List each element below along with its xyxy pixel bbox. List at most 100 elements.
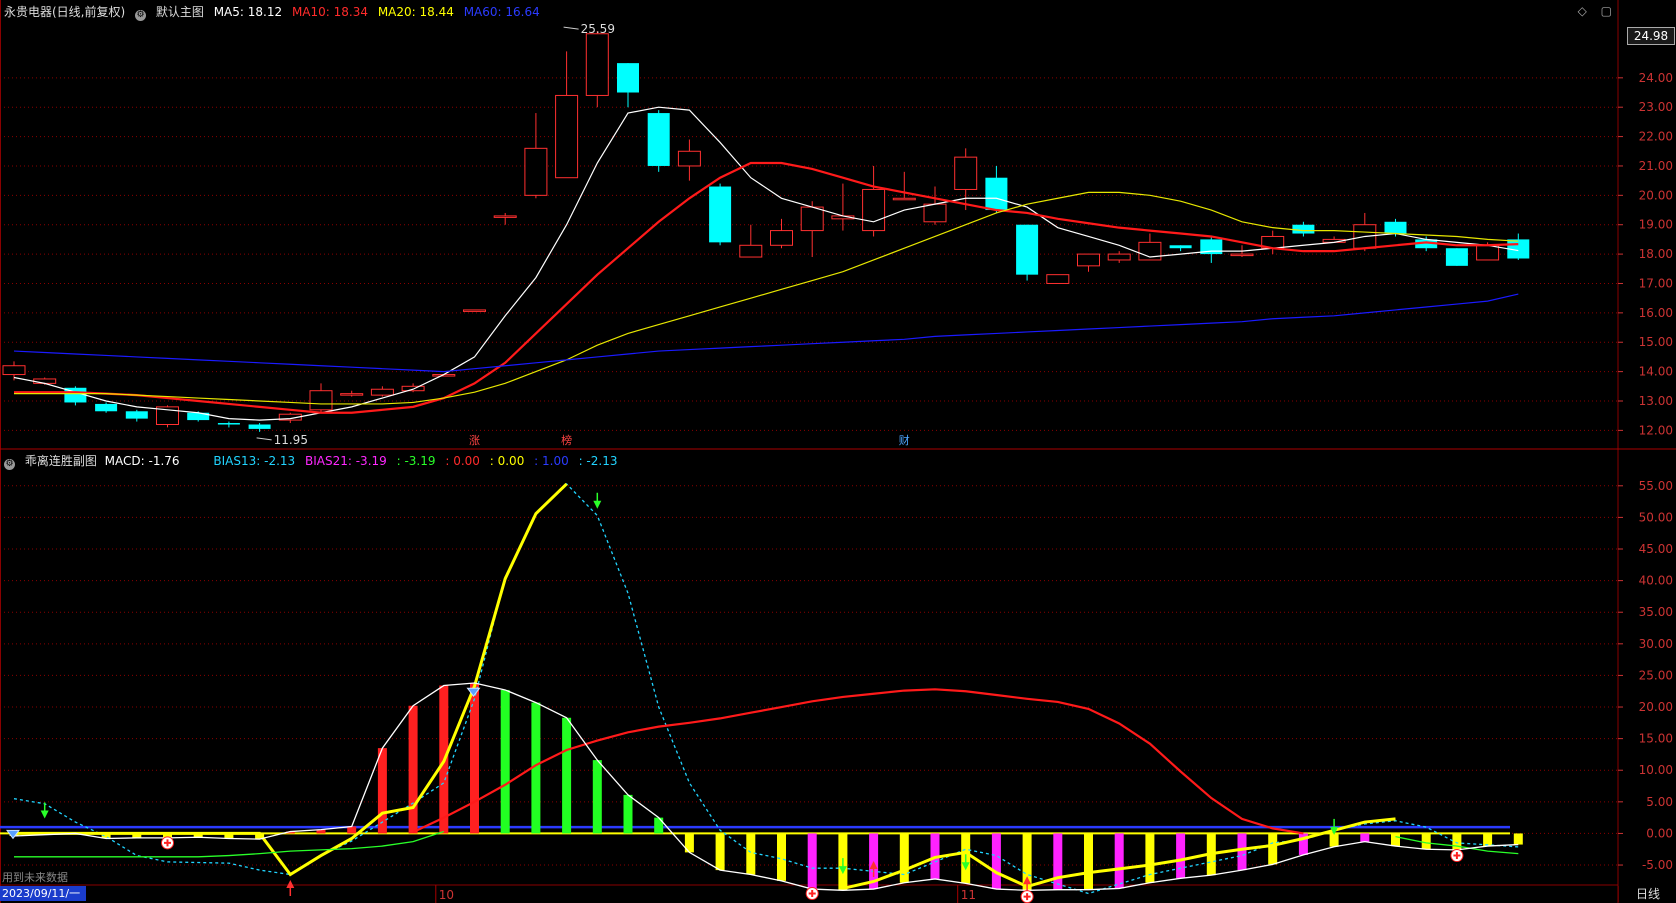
candle-body-down bbox=[1384, 221, 1407, 234]
candle-body-up bbox=[1107, 253, 1131, 261]
price-y-tick-label: 21.00 bbox=[1639, 159, 1673, 173]
indicator-y-tick-label: 5.00 bbox=[1646, 795, 1673, 809]
signal-arrow-icon bbox=[40, 810, 49, 819]
price-y-tick-label: 20.00 bbox=[1639, 188, 1673, 202]
candle-body-down bbox=[95, 403, 118, 412]
candle-body-up bbox=[463, 309, 486, 312]
cursor-date-tag: 2023/09/11/一 bbox=[0, 886, 86, 901]
candle bbox=[1292, 221, 1315, 237]
candle bbox=[217, 421, 240, 428]
indicator-y-tick-label: 45.00 bbox=[1639, 542, 1673, 556]
candle-body-up bbox=[370, 388, 394, 396]
candle bbox=[862, 165, 886, 237]
candle-body-up bbox=[524, 147, 548, 196]
candle bbox=[1016, 224, 1039, 281]
price-y-tick-label: 16.00 bbox=[1639, 306, 1673, 320]
line-bias21 bbox=[14, 482, 568, 877]
price-y-tick-label: 22.00 bbox=[1639, 130, 1673, 144]
indicator-y-tick-label: 15.00 bbox=[1639, 732, 1673, 746]
candle-body-up bbox=[862, 188, 886, 232]
candle bbox=[617, 63, 639, 108]
macd-bar bbox=[1329, 833, 1339, 847]
candle bbox=[1169, 245, 1192, 252]
indicator-y-tick-label: 50.00 bbox=[1639, 510, 1673, 524]
candle-body-down bbox=[1016, 224, 1039, 275]
candle bbox=[64, 386, 87, 406]
price-y-tick-label: 12.00 bbox=[1639, 423, 1673, 437]
macd-bar bbox=[1176, 833, 1186, 879]
candle-body-up bbox=[677, 150, 701, 167]
event-marker: 财 bbox=[899, 433, 910, 447]
price-y-tick-label: 18.00 bbox=[1639, 247, 1673, 261]
candle-body-down bbox=[125, 411, 148, 419]
candle-body-up bbox=[954, 156, 978, 190]
period-button[interactable]: 日线 bbox=[1618, 886, 1676, 902]
candle bbox=[1261, 230, 1285, 255]
candle-body-up bbox=[1046, 274, 1070, 284]
candle bbox=[770, 218, 793, 249]
macd-bar bbox=[991, 833, 1001, 890]
candle-body-up bbox=[892, 197, 916, 201]
candle bbox=[585, 31, 609, 108]
macd-bar bbox=[408, 705, 418, 834]
candle bbox=[1200, 236, 1223, 263]
candle-body-down bbox=[248, 424, 271, 429]
candle bbox=[493, 212, 517, 225]
x-tick-label: 11 bbox=[961, 888, 976, 902]
candle bbox=[1445, 248, 1468, 266]
macd-bar bbox=[899, 833, 909, 883]
macd-bar bbox=[1114, 833, 1124, 889]
line-l3 bbox=[412, 688, 1304, 835]
candle-body-down bbox=[985, 177, 1008, 211]
line-ma60 bbox=[13, 293, 1519, 373]
indicator-y-tick-label: 25.00 bbox=[1639, 668, 1673, 682]
candle bbox=[677, 139, 701, 181]
candle bbox=[831, 183, 855, 231]
candle-body-down bbox=[1169, 245, 1192, 249]
candle-body-up bbox=[555, 94, 579, 179]
candle-body-up bbox=[1476, 244, 1500, 261]
macd-bar bbox=[746, 833, 756, 875]
candle bbox=[985, 165, 1008, 213]
price-y-tick-label: 19.00 bbox=[1639, 218, 1673, 232]
event-marker: 涨 bbox=[469, 434, 480, 447]
candle bbox=[463, 309, 486, 312]
price-y-tick-label: 13.00 bbox=[1639, 394, 1673, 408]
line-macd-env bbox=[13, 682, 1519, 891]
macd-bar bbox=[347, 826, 357, 834]
candle-body-down bbox=[617, 63, 639, 93]
macd-bar bbox=[1145, 833, 1155, 883]
candle bbox=[125, 409, 148, 422]
event-marker: 榜 bbox=[561, 433, 572, 447]
price-y-tick-label: 24.00 bbox=[1639, 71, 1673, 85]
macd-bar bbox=[1513, 833, 1523, 845]
macd-bar bbox=[592, 760, 602, 834]
macd-bar bbox=[1360, 833, 1370, 842]
candle-body-up bbox=[923, 203, 947, 223]
candle bbox=[709, 183, 732, 246]
future-data-button[interactable]: 用到未来数据 bbox=[2, 869, 68, 885]
macd-bar bbox=[1053, 833, 1063, 890]
candle-body-up bbox=[585, 33, 609, 96]
macd-bar bbox=[377, 748, 387, 834]
price-annotation-pointer bbox=[256, 437, 272, 441]
candle-body-up bbox=[770, 230, 793, 246]
signal-arrow-icon bbox=[593, 500, 602, 509]
candle-body-up bbox=[340, 393, 364, 396]
candle-body-up bbox=[2, 365, 26, 376]
candle bbox=[1046, 274, 1070, 284]
signal-arrow-icon bbox=[286, 880, 295, 888]
price-y-tick-label: 15.00 bbox=[1639, 335, 1673, 349]
macd-bar bbox=[500, 689, 510, 834]
candle-body-up bbox=[401, 385, 425, 392]
candle bbox=[954, 148, 978, 211]
candle-body-up bbox=[739, 244, 763, 258]
candle bbox=[95, 402, 118, 413]
candle bbox=[370, 386, 394, 397]
macd-bar bbox=[715, 833, 725, 871]
candle bbox=[524, 113, 548, 199]
candle-body-up bbox=[1077, 253, 1100, 267]
chart-canvas[interactable]: 24.00 23.00 22.00 21.00 20.00 19.00 18.00 17.00… bbox=[0, 0, 1676, 903]
indicator-y-tick-label: 0.00 bbox=[1646, 826, 1673, 840]
candle bbox=[248, 423, 271, 432]
